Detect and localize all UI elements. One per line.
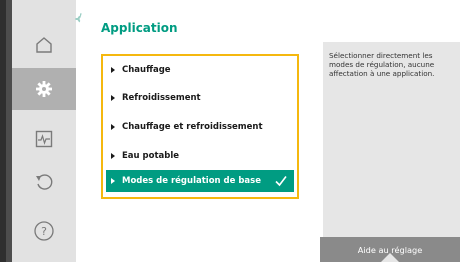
- chevron-right-icon: [111, 153, 115, 159]
- sidebar-item-diagnostics[interactable]: [12, 118, 76, 160]
- sidebar: ?: [0, 0, 76, 262]
- svg-text:?: ?: [41, 225, 47, 238]
- menu-item-chauffage-refroidissement[interactable]: Chauffage et refroidissement: [106, 116, 294, 138]
- diagnostics-icon: [35, 130, 53, 148]
- menu-item-chauffage[interactable]: Chauffage: [106, 59, 294, 81]
- home-icon: [36, 37, 52, 53]
- sidebar-item-settings[interactable]: [12, 68, 76, 110]
- main-panel: Application Chauffage Refroidissement Ch…: [80, 0, 460, 262]
- menu-item-label: Eau potable: [122, 151, 180, 161]
- chevron-right-icon: [111, 67, 115, 73]
- sidebar-item-restore[interactable]: [12, 162, 76, 204]
- help-notch: [381, 253, 399, 262]
- menu-item-label: Modes de régulation de base: [122, 176, 261, 186]
- application-menu: Chauffage Refroidissement Chauffage et r…: [101, 54, 299, 199]
- page-title: Application: [101, 21, 178, 35]
- chevron-right-icon: [111, 124, 115, 130]
- help-text: Sélectionner directement les modes de ré…: [329, 51, 435, 78]
- restore-icon: [36, 174, 53, 190]
- check-icon: [275, 176, 287, 187]
- menu-item-eau-potable[interactable]: Eau potable: [106, 145, 294, 167]
- menu-item-refroidissement[interactable]: Refroidissement: [106, 87, 294, 109]
- sidebar-edge: [0, 0, 6, 262]
- menu-item-label: Chauffage et refroidissement: [122, 122, 263, 132]
- chevron-right-icon: [111, 95, 115, 101]
- help-icon: ?: [34, 221, 54, 241]
- chevron-right-icon: [111, 178, 115, 184]
- gear-icon: [36, 81, 52, 97]
- sidebar-item-home[interactable]: [12, 24, 76, 66]
- menu-item-modes-regulation[interactable]: Modes de régulation de base: [106, 170, 294, 192]
- menu-item-label: Refroidissement: [122, 93, 201, 103]
- menu-item-label: Chauffage: [122, 65, 171, 75]
- screen: ? Application Chauffage Refroidissement: [0, 0, 460, 262]
- help-panel: Sélectionner directement les modes de ré…: [323, 42, 460, 247]
- sidebar-item-help[interactable]: ?: [12, 210, 76, 252]
